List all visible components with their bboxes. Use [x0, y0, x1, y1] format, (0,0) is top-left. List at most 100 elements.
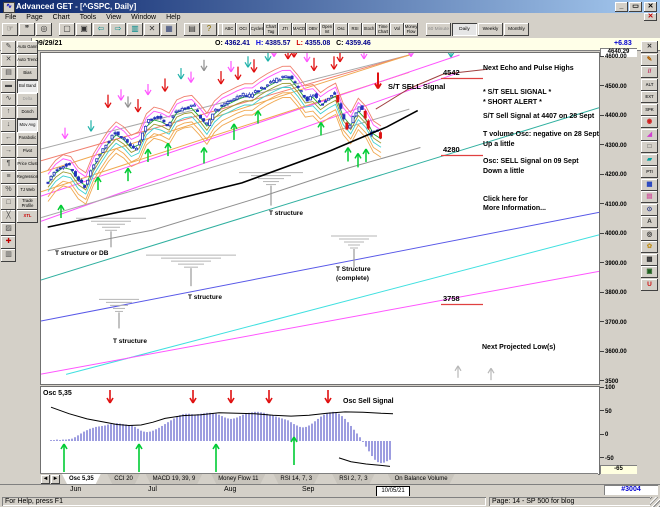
menu-tools[interactable]: Tools — [75, 13, 101, 22]
tab-money-flow-11[interactable]: Money Flow 11 — [211, 474, 265, 484]
study-tool-regression[interactable]: Regression — [17, 171, 38, 184]
study-tool-xtl[interactable]: XTL — [17, 210, 38, 223]
box-tool-icon[interactable]: □ — [1, 197, 16, 210]
arrow-up-tool-icon[interactable]: ↑ — [1, 106, 16, 119]
percent-tool-icon[interactable]: % — [1, 184, 16, 197]
arrow-left-tool-icon[interactable]: ← — [1, 132, 16, 145]
forward-icon[interactable]: ⇨ — [110, 23, 126, 36]
text-annotation-icon[interactable]: A — [641, 216, 658, 228]
pencil-icon[interactable]: ✎ — [641, 53, 658, 66]
study-button-macd[interactable]: MACD — [292, 23, 306, 36]
gann-tool-icon[interactable]: ✕ — [1, 54, 16, 67]
study-button-chart-tag[interactable]: Chart Tag — [264, 23, 278, 36]
timeframe-monthly[interactable]: Monthly — [504, 23, 529, 36]
cross-lines-icon[interactable]: ╳ — [1, 210, 16, 223]
study-button-open-int[interactable]: Open Int — [320, 23, 334, 36]
menu-page[interactable]: Page — [21, 13, 47, 22]
study-button-time-chart[interactable]: Time Chart — [376, 23, 390, 36]
minimize-button[interactable]: _ — [615, 2, 628, 12]
arrow-right-tool-icon[interactable]: → — [1, 145, 16, 158]
study-tool-trade-profile[interactable]: Trade Profile — [17, 197, 38, 210]
study-button-osc[interactable]: Osc — [334, 23, 348, 36]
study-tool-mov-avg[interactable]: Mov Avg — [17, 119, 38, 132]
study-button-stoch[interactable]: Stoch — [362, 23, 376, 36]
paste-icon[interactable]: ▥ — [127, 23, 143, 36]
study-button-jti[interactable]: JTI — [278, 23, 292, 36]
tab-rsi-2-7-3[interactable]: RSI 2, 7, 3 — [332, 474, 374, 484]
tab-rsi-14-7-3[interactable]: RSI 14, 7, 3 — [273, 474, 319, 484]
copy-page-icon[interactable]: ▣ — [641, 266, 658, 278]
ruler-tool-icon[interactable]: ▤ — [1, 67, 16, 80]
tab-osc-5-35[interactable]: Osc 5,35 — [62, 474, 101, 484]
chart-folder-icon[interactable]: ▥ — [1, 249, 16, 262]
study-button-cycles[interactable]: Cycles — [250, 23, 264, 36]
tab-macd-19-39-9[interactable]: MACD 19, 39, 9 — [146, 474, 203, 484]
print-icon[interactable]: ▤ — [184, 23, 200, 36]
text-tool-icon[interactable]: ¶ — [1, 158, 16, 171]
study-tool-price-clust[interactable]: Price Clust — [17, 158, 38, 171]
magnet-icon[interactable]: U — [641, 278, 658, 291]
quote-icon[interactable]: ❞ — [19, 23, 35, 36]
help-icon[interactable]: ? — [201, 23, 217, 36]
study-tool-parabolic[interactable]: Parabolic — [17, 132, 38, 145]
title-bar[interactable]: ∿ Advanced GET - [^GSPC, Daily] _ ▭ ✕ — [0, 0, 660, 13]
menu-window[interactable]: Window — [126, 13, 161, 22]
tab-scroll-right[interactable]: ► — [51, 475, 60, 484]
pti-button[interactable]: PTI — [641, 166, 658, 178]
study-tool-donch[interactable]: Donch — [17, 106, 38, 119]
menu-help[interactable]: Help — [161, 13, 185, 22]
chart-close-icon[interactable]: ✕ — [641, 41, 658, 53]
study-tool-auto-gann[interactable]: Auto Gann — [17, 41, 38, 54]
levels-icon[interactable]: ▤ — [641, 191, 658, 203]
ext-tool-button[interactable]: EXT — [641, 91, 658, 103]
study-tool-auto-trend[interactable]: Auto Trend — [17, 54, 38, 67]
spk-tool-button[interactable]: SPK — [641, 103, 658, 116]
back-icon[interactable]: ⇦ — [93, 23, 109, 36]
zoom-tool-icon[interactable]: ◎ — [641, 228, 658, 241]
open-icon[interactable]: ▣ — [76, 23, 92, 36]
tab-scroll-left[interactable]: ◄ — [41, 475, 50, 484]
maximize-button[interactable]: ▭ — [629, 2, 642, 12]
study-button-obv[interactable]: OBV — [306, 23, 320, 36]
pen-tool-icon[interactable]: ✎ — [1, 41, 16, 54]
study-button-oci[interactable]: OCI — [236, 23, 250, 36]
timeframe-weekly[interactable]: Weekly — [478, 23, 503, 36]
chart-grid-icon[interactable]: ▦ — [161, 23, 177, 36]
arrow-down-tool-icon[interactable]: ↓ — [1, 119, 16, 132]
bar-tool-icon[interactable]: ▬ — [1, 80, 16, 93]
new-chart-icon[interactable]: ▢ — [59, 23, 75, 36]
regression-icon[interactable]: ▰ — [641, 153, 658, 166]
palette-icon[interactable]: ✿ — [641, 241, 658, 253]
timeframe-daily[interactable]: Daily — [452, 23, 477, 36]
mdi-close-button[interactable]: ✕ — [644, 13, 657, 21]
alt-tool-button[interactable]: ALT — [641, 78, 658, 91]
study-tool-bias[interactable]: Bias — [17, 67, 38, 80]
study-button-rsi[interactable]: RSI — [348, 23, 362, 36]
context-help-icon[interactable]: ☞ — [2, 23, 18, 36]
lines-tool-icon[interactable]: ≡ — [1, 171, 16, 184]
time-cycle-icon[interactable]: ⊙ — [641, 203, 658, 216]
study-tool-pivot[interactable]: Pivot — [17, 145, 38, 158]
oscillator-canvas[interactable]: Osc 5,35 Osc Sell Signal — [40, 386, 600, 475]
tab-on-balance-volume[interactable]: On Balance Volume — [388, 474, 455, 484]
dot-grid-icon[interactable]: ▩ — [641, 253, 658, 266]
fib-circle-icon[interactable]: ◉ — [641, 116, 658, 128]
study-button-abc[interactable]: ABC — [222, 23, 236, 36]
study-tool-tj-web[interactable]: TJ Web — [17, 184, 38, 197]
study-tool-bol-band[interactable]: Bol Band — [17, 80, 38, 93]
zoom-icon[interactable]: ◎ — [36, 23, 52, 36]
delete-icon[interactable]: ✕ — [144, 23, 160, 36]
tab-cci-20[interactable]: CCI 20 — [107, 474, 140, 484]
price-chart-canvas[interactable]: S/T SELL Signal Next Echo and Pulse Highs… — [40, 52, 600, 385]
hatch-tool-icon[interactable]: ▨ — [1, 223, 16, 236]
elliott-wave-icon[interactable]: ∿ — [1, 93, 16, 106]
menu-view[interactable]: View — [101, 13, 126, 22]
mob-icon[interactable]: ▦ — [641, 178, 658, 191]
ellipse-icon[interactable]: □ — [641, 141, 658, 153]
study-button-vol[interactable]: Vol — [390, 23, 404, 36]
timeframe-60-minute[interactable]: 60 Minute — [426, 23, 451, 36]
resize-grip[interactable] — [650, 497, 660, 507]
add-tool-icon[interactable]: ✚ — [1, 236, 16, 249]
menu-chart[interactable]: Chart — [48, 13, 75, 22]
close-button[interactable]: ✕ — [644, 2, 657, 12]
